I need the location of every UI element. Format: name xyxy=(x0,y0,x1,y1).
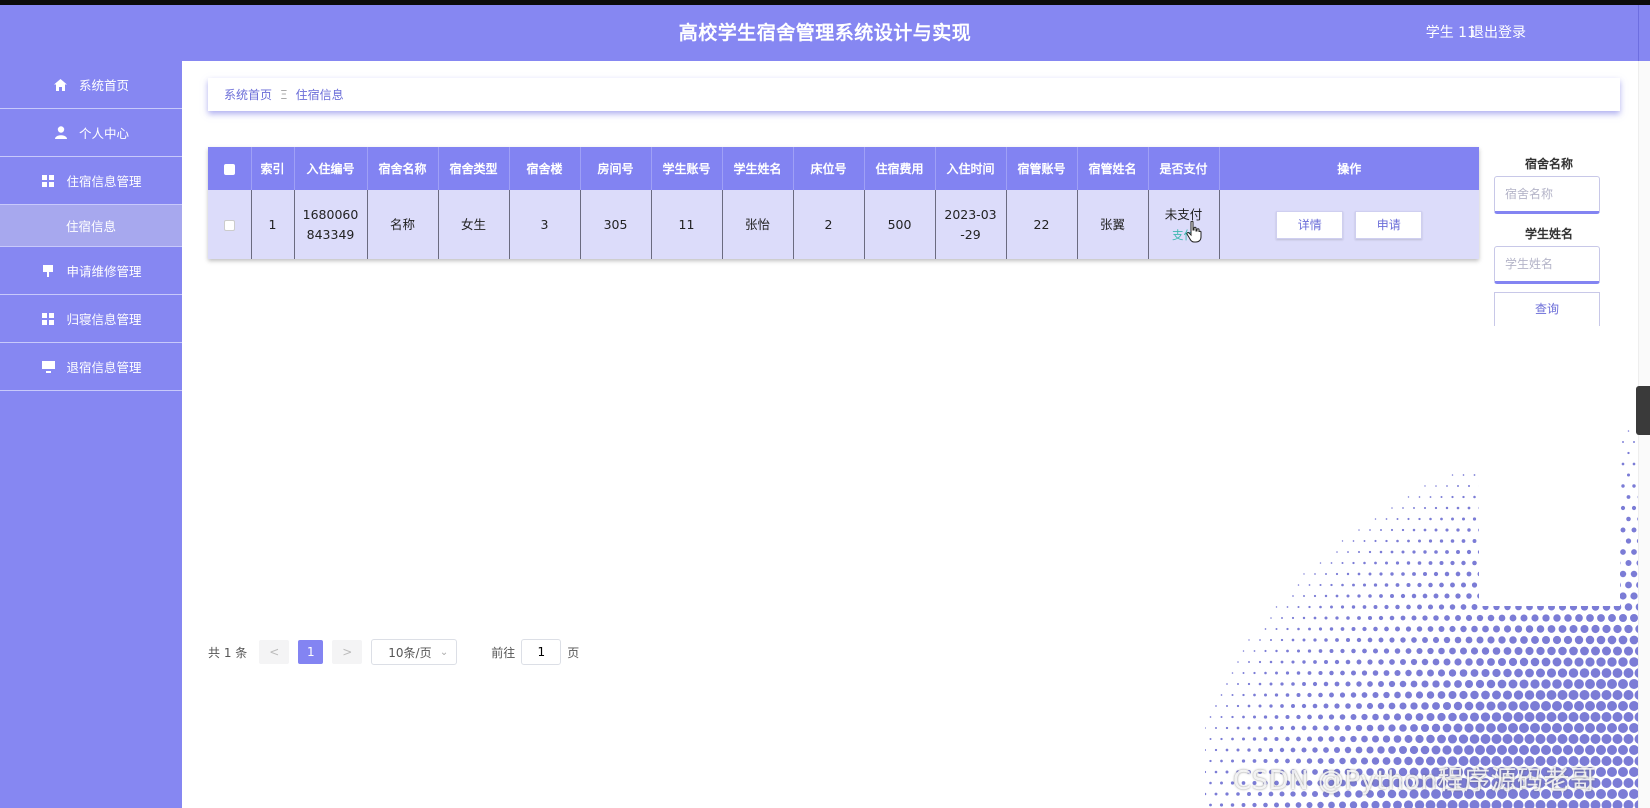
cell-checkin-no: 1680060 843349 xyxy=(294,190,368,259)
header-scroll-strip xyxy=(1638,5,1650,61)
column-header[interactable]: 入住编号 xyxy=(294,147,368,190)
cell-manager-name: 张翼 xyxy=(1077,190,1149,259)
cell-index: 1 xyxy=(251,190,295,259)
app-header: 高校学生宿舍管理系统设计与实现 学生 11 退出登录 xyxy=(0,5,1650,61)
cell-date-line2: -29 xyxy=(960,226,981,242)
cell-checkin-no-line2: 843349 xyxy=(306,226,355,242)
logout-link[interactable]: 退出登录 xyxy=(1470,5,1526,61)
prev-page-button[interactable]: < xyxy=(259,640,290,664)
sidebar-item-label: 退宿信息管理 xyxy=(66,360,142,375)
page-1-button[interactable]: 1 xyxy=(298,640,324,664)
table-header-row: 索引 入住编号 宿舍名称 宿舍类型 宿舍楼 房间号 学生账号 学生姓名 床位号 … xyxy=(208,147,1479,190)
cell-checkin-no-line1: 1680060 xyxy=(302,206,359,222)
sidebar-item-return-manage[interactable]: 归寝信息管理 xyxy=(0,295,182,343)
sidebar-item-label: 住宿信息管理 xyxy=(66,174,142,189)
cell-paid: 未支付 支付 xyxy=(1148,190,1220,259)
page-size-value: 10条/页 xyxy=(388,645,432,660)
hand-cursor-icon xyxy=(1186,220,1202,242)
column-header[interactable]: 宿舍类型 xyxy=(438,147,510,190)
white-panel xyxy=(1479,420,1620,606)
column-header[interactable]: 入住时间 xyxy=(935,147,1007,190)
cell-fee: 500 xyxy=(864,190,936,259)
breadcrumb-home[interactable]: 系统首页 xyxy=(224,86,272,103)
collapse-tab[interactable] xyxy=(1636,386,1650,435)
breadcrumb-current: 住宿信息 xyxy=(295,88,344,102)
table-row: 1 1680060 843349 名称 女生 3 305 11 张怡 2 500 … xyxy=(208,190,1479,259)
sidebar-subitem-lodging-info[interactable]: 住宿信息 xyxy=(0,205,182,247)
grid-icon xyxy=(40,312,56,326)
pagination: 共 1 条 < 1 > 10条/页 ⌄ 前往 页 xyxy=(208,639,579,665)
column-header[interactable]: 学生姓名 xyxy=(722,147,794,190)
column-header[interactable]: 学生账号 xyxy=(651,147,723,190)
column-header[interactable]: 是否支付 xyxy=(1148,147,1220,190)
column-header[interactable]: 宿管账号 xyxy=(1006,147,1078,190)
student-name-input[interactable] xyxy=(1494,246,1600,284)
cell-dorm-type: 女生 xyxy=(438,190,510,259)
cell-manager-account: 22 xyxy=(1006,190,1078,259)
query-button[interactable]: 查询 xyxy=(1494,292,1600,326)
breadcrumb-separator: Ξ xyxy=(280,87,288,102)
sidebar-item-home[interactable]: 系统首页 xyxy=(0,61,182,109)
select-all-cell xyxy=(208,147,252,190)
home-icon xyxy=(53,78,69,92)
column-header[interactable]: 宿舍名称 xyxy=(367,147,439,190)
goto-label: 前往 xyxy=(491,645,516,660)
pay-link[interactable]: 支付 xyxy=(1172,220,1202,245)
row-select-cell xyxy=(208,190,252,259)
breadcrumb: 系统首页 Ξ 住宿信息 xyxy=(208,78,1620,111)
sidebar-item-lodging-manage[interactable]: 住宿信息管理 xyxy=(0,157,182,205)
lodging-table: 索引 入住编号 宿舍名称 宿舍类型 宿舍楼 房间号 学生账号 学生姓名 床位号 … xyxy=(208,147,1479,259)
cell-building: 3 xyxy=(509,190,581,259)
sidebar-item-profile[interactable]: 个人中心 xyxy=(0,109,182,157)
cell-student-name: 张怡 xyxy=(722,190,794,259)
column-header[interactable]: 索引 xyxy=(251,147,295,190)
cell-student-account: 11 xyxy=(651,190,723,259)
sidebar-item-label: 个人中心 xyxy=(78,126,129,141)
student-name-label: 学生姓名 xyxy=(1524,227,1573,241)
cell-date-line1: 2023-03 xyxy=(944,206,997,222)
detail-button[interactable]: 详情 xyxy=(1276,210,1344,239)
column-header: 操作 xyxy=(1219,147,1479,190)
column-header[interactable]: 宿管姓名 xyxy=(1077,147,1149,190)
app-title: 高校学生宿舍管理系统设计与实现 xyxy=(678,22,972,44)
cell-bed: 2 xyxy=(793,190,865,259)
pagination-total: 共 1 条 xyxy=(208,645,248,660)
user-icon xyxy=(53,126,69,140)
select-all-checkbox[interactable] xyxy=(223,163,235,175)
sidebar-item-checkout-manage[interactable]: 退宿信息管理 xyxy=(0,343,182,391)
monitor-icon xyxy=(40,360,56,374)
column-header[interactable]: 宿舍楼 xyxy=(509,147,581,190)
sidebar-item-label: 系统首页 xyxy=(78,78,129,93)
cell-actions: 详情 申请 xyxy=(1219,190,1479,259)
paid-status: 未支付 xyxy=(1164,206,1203,222)
chevron-down-icon: ⌄ xyxy=(439,646,449,658)
dorm-name-label: 宿舍名称 xyxy=(1524,157,1573,171)
row-checkbox[interactable] xyxy=(223,219,235,231)
page-suffix: 页 xyxy=(567,645,580,660)
page-size-select[interactable]: 10条/页 ⌄ xyxy=(371,639,458,665)
column-header[interactable]: 房间号 xyxy=(580,147,652,190)
sidebar-item-label: 住宿信息 xyxy=(65,219,116,234)
cell-dorm-name: 名称 xyxy=(367,190,439,259)
monitor-icon xyxy=(40,264,56,278)
column-header[interactable]: 住宿费用 xyxy=(864,147,936,190)
sidebar-item-label: 申请维修管理 xyxy=(66,264,142,279)
sidebar-item-label: 归寝信息管理 xyxy=(66,312,142,327)
apply-button[interactable]: 申请 xyxy=(1355,210,1423,239)
grid-icon xyxy=(40,174,56,188)
sidebar: 系统首页 个人中心 住宿信息管理 住宿信息 申请维修管理 归寝信息管理 退宿信息… xyxy=(0,61,182,808)
next-page-button[interactable]: > xyxy=(332,640,363,664)
goto-page-input[interactable] xyxy=(521,639,562,665)
search-panel: 宿舍名称 学生姓名 查询 xyxy=(1494,152,1604,326)
column-header[interactable]: 床位号 xyxy=(793,147,865,190)
dorm-name-input[interactable] xyxy=(1494,176,1600,214)
cell-room: 305 xyxy=(580,190,652,259)
current-user: 学生 11 xyxy=(1425,25,1476,41)
sidebar-item-repair-manage[interactable]: 申请维修管理 xyxy=(0,247,182,295)
watermark: CSDN @Python程序源码老哥 xyxy=(1233,766,1597,796)
cell-checkin-date: 2023-03 -29 xyxy=(935,190,1007,259)
